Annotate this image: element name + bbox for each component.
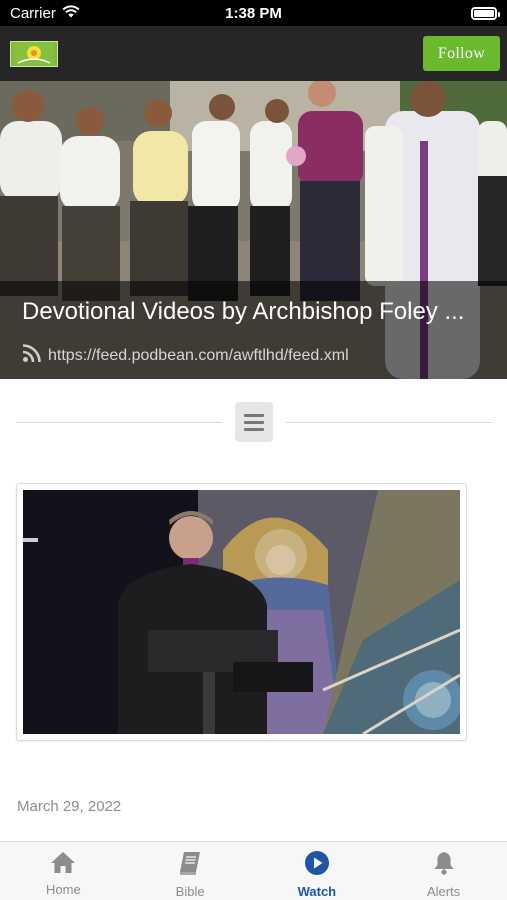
video-card[interactable] <box>16 483 467 741</box>
tab-alerts[interactable]: Alerts <box>380 842 507 900</box>
divider-line-left <box>16 422 222 423</box>
divider-line-right <box>286 422 492 423</box>
home-icon <box>50 850 76 877</box>
hero-banner: Devotional Videos by Archbishop Foley ..… <box>0 81 507 379</box>
app-logo[interactable] <box>10 40 58 67</box>
episode-date: March 29, 2022 <box>17 798 122 815</box>
tab-home[interactable]: Home <box>0 842 127 900</box>
tab-alerts-label: Alerts <box>427 884 461 899</box>
carrier-label: Carrier <box>10 4 56 22</box>
feed-url: https://feed.podbean.com/awftlhd/feed.xm… <box>48 346 349 364</box>
follow-button[interactable]: Follow <box>423 36 500 71</box>
tab-bar: Home Bible Watch Alerts <box>0 841 507 900</box>
tab-bible[interactable]: Bible <box>127 842 254 900</box>
bible-icon <box>177 850 203 879</box>
bell-icon <box>431 850 457 879</box>
battery-icon <box>471 6 500 20</box>
tab-bible-label: Bible <box>175 884 205 899</box>
podcast-title: Devotional Videos by Archbishop Foley ..… <box>22 298 465 325</box>
video-thumbnail-image <box>23 490 460 734</box>
wifi-icon <box>62 4 80 22</box>
tab-watch[interactable]: Watch <box>254 842 381 900</box>
rss-icon <box>22 343 42 368</box>
status-left: Carrier <box>10 5 80 22</box>
video-thumbnail[interactable] <box>23 490 460 734</box>
status-time: 1:38 PM <box>225 4 282 22</box>
status-bar: Carrier 1:38 PM <box>0 0 507 26</box>
tab-watch-label: Watch <box>297 884 337 899</box>
play-icon <box>304 850 330 879</box>
menu-icon[interactable] <box>235 402 273 442</box>
app-header: Follow <box>0 26 507 81</box>
section-divider <box>16 402 492 442</box>
feed-url-row[interactable]: https://feed.podbean.com/awftlhd/feed.xm… <box>22 343 349 368</box>
tab-home-label: Home <box>46 882 81 897</box>
